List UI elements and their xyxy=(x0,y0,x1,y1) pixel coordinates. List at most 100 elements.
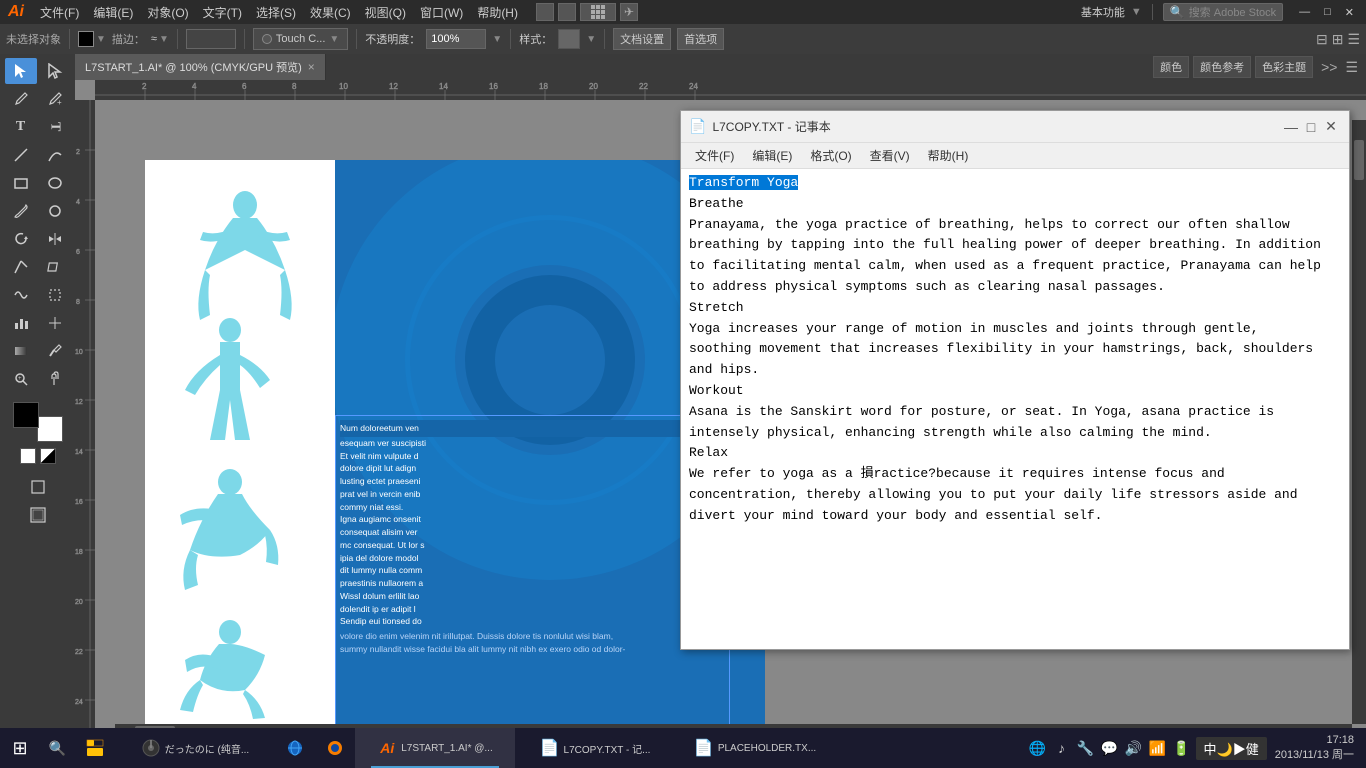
taskbar-firefox[interactable] xyxy=(315,728,355,768)
np-line-para2-2: soothing movement that increases flexibi… xyxy=(689,339,1341,360)
direct-select-tool-btn[interactable] xyxy=(39,58,71,84)
taskbar-illustrator[interactable]: Ai L7START_1.AI* @... xyxy=(355,728,515,768)
window-minimize-btn[interactable]: — xyxy=(1295,6,1314,18)
taskbar-explorer[interactable] xyxy=(75,728,115,768)
taskbar-notepad1[interactable]: 📄 L7COPY.TXT - 记... xyxy=(515,728,675,768)
np-menu-format[interactable]: 格式(O) xyxy=(802,145,859,166)
column-graph-btn[interactable] xyxy=(5,310,37,336)
paintbrush-btn[interactable] xyxy=(5,198,37,224)
free-transform-btn[interactable] xyxy=(39,282,71,308)
opacity-dropdown-icon[interactable]: ▼ xyxy=(492,34,502,45)
align-icon[interactable]: ⊟ xyxy=(1316,31,1328,48)
style-swatch[interactable] xyxy=(558,29,580,49)
taskbar-ie[interactable] xyxy=(275,728,315,768)
options-icon[interactable]: ☰ xyxy=(1347,31,1360,48)
touch-button[interactable]: Touch C... ▼ xyxy=(253,28,348,50)
notepad-restore-btn[interactable]: □ xyxy=(1301,117,1321,137)
doc-settings-btn[interactable]: 文档设置 xyxy=(613,28,671,50)
window-close-btn[interactable]: ✕ xyxy=(1341,6,1358,19)
svg-text:12: 12 xyxy=(75,399,83,406)
np-menu-help[interactable]: 帮助(H) xyxy=(920,145,977,166)
color-ref-panel-btn[interactable]: 颜色参考 xyxy=(1193,56,1251,78)
fill-area[interactable] xyxy=(186,29,236,49)
tray-icon-2[interactable]: ♪ xyxy=(1052,738,1072,758)
zoom-tool-btn[interactable]: + xyxy=(5,366,37,392)
mesh-tool-btn[interactable] xyxy=(39,310,71,336)
ime-indicator[interactable]: 中🌙▶健 xyxy=(1196,737,1267,760)
none-fill-icon[interactable] xyxy=(20,448,36,464)
lorem-line-13: praestinis nullaorem a xyxy=(340,577,725,590)
stroke-width-selector[interactable]: ≈ ▼ xyxy=(151,33,169,45)
eyedropper-btn[interactable] xyxy=(39,338,71,364)
preferences-btn[interactable]: 首选项 xyxy=(677,28,724,50)
menu-text[interactable]: 文字(T) xyxy=(197,2,248,23)
color-theme-panel-btn[interactable]: 色彩主题 xyxy=(1255,56,1313,78)
window-restore-btn[interactable]: □ xyxy=(1320,6,1335,18)
tray-icon-network[interactable]: 📶 xyxy=(1148,738,1168,758)
basic-feature-label[interactable]: 基本功能 xyxy=(1081,4,1125,20)
np-menu-view[interactable]: 查看(V) xyxy=(862,145,918,166)
rect-tool-btn[interactable] xyxy=(5,170,37,196)
svg-text:18: 18 xyxy=(539,82,548,91)
gradient-tool-btn[interactable] xyxy=(5,338,37,364)
notepad-content-area[interactable]: Transform Yoga Breathe Pranayama, the yo… xyxy=(681,169,1349,649)
foreground-color-box[interactable] xyxy=(13,402,39,428)
type-tool-btn[interactable]: T xyxy=(5,114,37,140)
switch-screen-btn[interactable] xyxy=(22,474,54,500)
tray-icon-1[interactable]: 🌐 xyxy=(1028,738,1048,758)
tray-icon-3[interactable]: 🔧 xyxy=(1076,738,1096,758)
document-tab[interactable]: L7START_1.AI* @ 100% (CMYK/GPU 预览) × xyxy=(75,54,326,80)
panel-menu-icon[interactable]: ☰ xyxy=(1345,59,1358,76)
ellipse-tool-btn[interactable] xyxy=(39,170,71,196)
select-tool-btn[interactable] xyxy=(5,58,37,84)
menu-help[interactable]: 帮助(H) xyxy=(471,2,524,23)
rotate-tool-btn[interactable] xyxy=(5,226,37,252)
panel-expand-icon[interactable]: >> xyxy=(1321,59,1337,75)
reflect-tool-btn[interactable] xyxy=(39,226,71,252)
v-scrollbar-thumb[interactable] xyxy=(1354,140,1364,180)
taskbar-search-btn[interactable]: 🔍 xyxy=(40,728,75,768)
shear-tool-btn[interactable] xyxy=(39,254,71,280)
background-color-box[interactable] xyxy=(37,416,63,442)
blob-brush-btn[interactable] xyxy=(39,198,71,224)
touch-dropdown-icon[interactable]: ▼ xyxy=(329,34,339,45)
color-panel-btn[interactable]: 颜色 xyxy=(1153,56,1189,78)
fill-color-swatch[interactable]: ▼ xyxy=(78,31,106,47)
tray-icon-battery[interactable]: 🔋 xyxy=(1172,738,1192,758)
np-menu-file[interactable]: 文件(F) xyxy=(687,145,742,166)
menu-select[interactable]: 选择(S) xyxy=(250,2,302,23)
swap-colors-icon[interactable] xyxy=(40,448,56,464)
vertical-scrollbar[interactable] xyxy=(1352,120,1366,724)
taskbar-notepad2[interactable]: 📄 PLACEHOLDER.TX... xyxy=(675,728,835,768)
arc-tool-btn[interactable] xyxy=(39,142,71,168)
np-menu-edit[interactable]: 编辑(E) xyxy=(744,145,800,166)
add-anchor-btn[interactable]: + xyxy=(39,86,71,112)
line-tool-btn[interactable] xyxy=(5,142,37,168)
menu-edit[interactable]: 编辑(E) xyxy=(87,2,139,23)
transform-icon[interactable]: ⊞ xyxy=(1332,31,1344,48)
tray-icon-4[interactable]: 💬 xyxy=(1100,738,1120,758)
opacity-input[interactable] xyxy=(426,29,486,49)
search-label[interactable]: 搜索 Adobe Stock xyxy=(1189,4,1276,20)
doc-tab-close-btn[interactable]: × xyxy=(308,60,315,74)
warp-tool-btn[interactable] xyxy=(5,282,37,308)
start-button[interactable]: ⊞ xyxy=(0,728,40,768)
pen-tool-btn[interactable] xyxy=(5,86,37,112)
taskbar-music-app[interactable]: だったのに (纯音... xyxy=(115,728,275,768)
np-line-para3-1: Asana is the Sanskirt word for posture, … xyxy=(689,402,1341,423)
menu-effect[interactable]: 效果(C) xyxy=(304,2,357,23)
vertical-type-btn[interactable]: T xyxy=(39,114,71,140)
notepad-close-btn[interactable]: ✕ xyxy=(1321,117,1341,137)
menu-file[interactable]: 文件(F) xyxy=(34,2,85,23)
style-dropdown-icon[interactable]: ▼ xyxy=(586,34,596,45)
menu-window[interactable]: 窗口(W) xyxy=(414,2,469,23)
full-screen-btn[interactable] xyxy=(22,502,54,528)
menu-object[interactable]: 对象(O) xyxy=(141,2,194,23)
scale-tool-btn[interactable] xyxy=(5,254,37,280)
menu-view[interactable]: 视图(Q) xyxy=(359,2,412,23)
tray-time[interactable]: 17:18 2013/11/13 周一 xyxy=(1271,733,1358,764)
tray-icon-5[interactable]: 🔊 xyxy=(1124,738,1144,758)
notepad-minimize-btn[interactable]: — xyxy=(1281,117,1301,137)
lorem-text-box[interactable]: Num doloreetum ven esequam ver suscipist… xyxy=(335,415,730,738)
hand-tool-btn[interactable] xyxy=(39,366,71,392)
